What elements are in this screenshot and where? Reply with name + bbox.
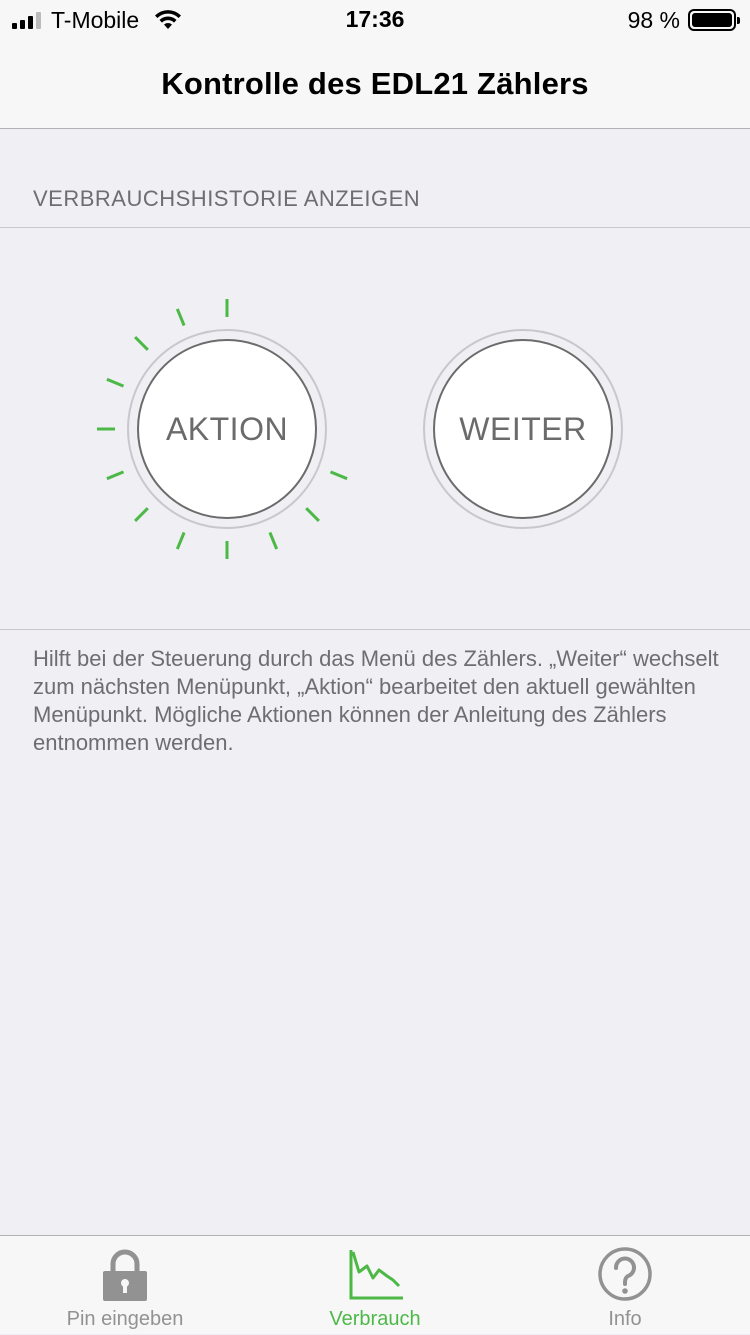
battery-icon <box>688 9 740 31</box>
battery-percent: 98 % <box>627 6 680 33</box>
question-icon <box>598 1247 652 1301</box>
control-cell: AKTION WEITER <box>0 227 750 630</box>
tab-info[interactable]: Info <box>500 1236 750 1335</box>
section-footer: Hilft bei der Steuerung durch das Menü d… <box>33 646 719 755</box>
tab-consumption[interactable]: Verbrauch <box>250 1236 500 1335</box>
activity-ray <box>175 308 186 327</box>
lock-icon <box>103 1249 147 1301</box>
navigation-bar: Kontrolle des EDL21 Zählers <box>0 40 750 129</box>
next-button-wrap: WEITER <box>423 329 623 529</box>
tab-bar: Pin eingeben Verbrauch Info <box>0 1235 750 1334</box>
next-button[interactable]: WEITER <box>433 339 613 519</box>
status-bar: T-Mobile 17:36 98 % <box>0 0 750 40</box>
status-right: 98 % <box>627 6 740 34</box>
tab-label-consumption: Verbrauch <box>329 1308 421 1330</box>
activity-indicator-rays <box>97 299 348 559</box>
page-title: Kontrolle des EDL21 Zählers <box>161 66 589 101</box>
action-button[interactable]: AKTION <box>137 339 317 519</box>
activity-ray <box>268 531 279 550</box>
activity-ray <box>175 531 186 550</box>
section-header: VERBRAUCHSHISTORIE ANZEIGEN <box>33 186 421 211</box>
tab-label-pin: Pin eingeben <box>66 1308 184 1330</box>
action-button-wrap: AKTION <box>127 329 327 529</box>
activity-ray <box>329 470 348 481</box>
tab-pin[interactable]: Pin eingeben <box>0 1236 250 1335</box>
chart-icon <box>349 1250 403 1300</box>
activity-ray <box>106 470 125 481</box>
tab-label-info: Info <box>608 1308 642 1330</box>
activity-ray <box>106 377 125 388</box>
